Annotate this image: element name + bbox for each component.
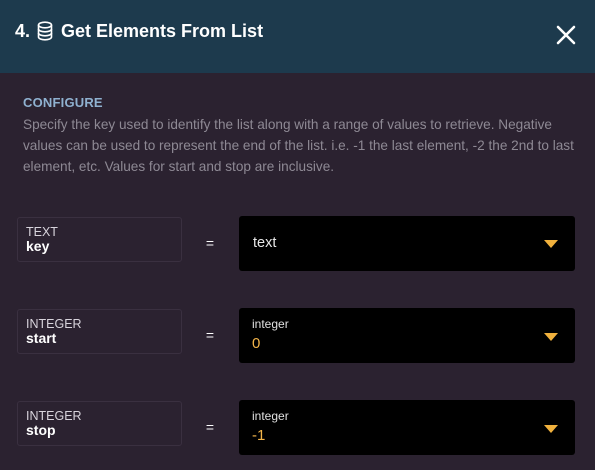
param-name: key: [26, 238, 50, 254]
dialog-header: 4. Get Elements From List: [0, 0, 595, 73]
param-label-start: INTEGER start: [17, 309, 182, 354]
configure-description: Specify the key used to identify the lis…: [23, 117, 574, 174]
equals-sign: =: [205, 327, 215, 343]
dialog-title: 4. Get Elements From List: [15, 20, 263, 42]
param-label-stop: INTEGER stop: [17, 401, 182, 446]
key-type-value: text: [253, 235, 277, 251]
param-name: stop: [26, 422, 56, 438]
param-type: TEXT: [26, 225, 58, 239]
param-label-key: TEXT key: [17, 217, 182, 262]
field-type-label: integer: [252, 409, 289, 423]
step-number: 4.: [15, 20, 31, 41]
close-icon[interactable]: [553, 22, 579, 48]
dialog-title-text: Get Elements From List: [61, 20, 264, 41]
close-button[interactable]: [553, 22, 579, 48]
chevron-down-icon[interactable]: [544, 425, 558, 433]
stop-value[interactable]: -1: [252, 427, 265, 444]
equals-sign: =: [205, 235, 215, 251]
configure-heading: CONFIGURE: [23, 95, 103, 110]
stop-value-field[interactable]: integer -1: [239, 400, 575, 455]
database-icon: [37, 21, 53, 41]
equals-sign: =: [205, 419, 215, 435]
dialog: 4. Get Elements From List CONFIGURE Spec…: [0, 0, 595, 470]
start-value-field[interactable]: integer 0: [239, 308, 575, 363]
field-type-label: integer: [252, 317, 289, 331]
chevron-down-icon[interactable]: [544, 333, 558, 341]
param-name: start: [26, 330, 57, 346]
key-type-select[interactable]: text: [239, 216, 575, 271]
start-value[interactable]: 0: [252, 335, 260, 352]
chevron-down-icon[interactable]: [544, 240, 558, 248]
